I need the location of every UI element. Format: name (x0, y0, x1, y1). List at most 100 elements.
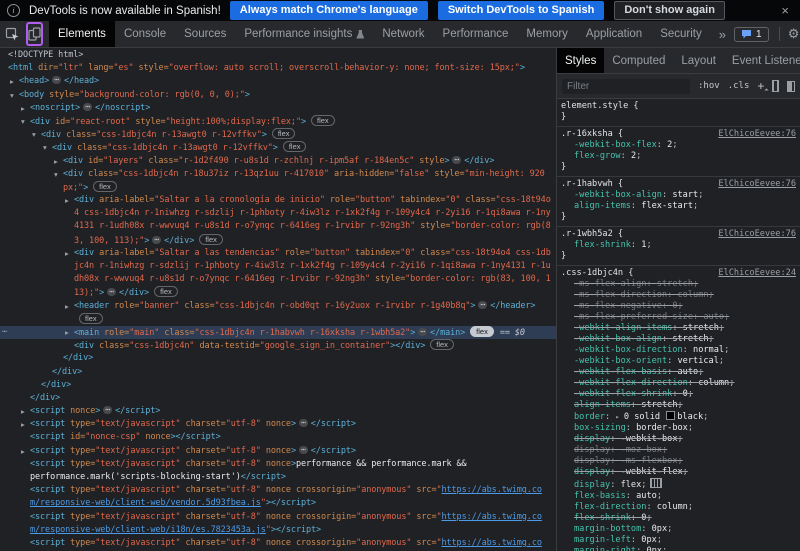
dom-tree-row[interactable]: ▸<header role="banner" class="css-1dbjc4… (0, 300, 556, 313)
inline-expand-button[interactable]: ⋯ (299, 419, 308, 427)
toggle-element-classes-button[interactable]: .cls (728, 81, 750, 91)
css-property[interactable]: -webkit-box-direction: normal; (561, 345, 800, 356)
dom-tree-row[interactable]: ▸<script nonce>⋯</script> (0, 405, 556, 418)
dom-tree-row[interactable]: ▸<head>⋯</head> (0, 75, 556, 88)
new-style-rule-button[interactable]: + (757, 80, 764, 92)
collapse-arrow-icon[interactable]: ▾ (43, 141, 47, 154)
dom-tree-row[interactable]: 4 css-1dbjc4n r-1niwhzg r-sdzlij r-1phbo… (0, 207, 556, 220)
sidebar-tab-layout[interactable]: Layout (673, 48, 724, 73)
expand-arrow-icon[interactable]: ▸ (615, 413, 623, 421)
tab-network[interactable]: Network (373, 21, 433, 47)
css-property[interactable]: margin-right: 0px; (561, 546, 800, 551)
dom-tree-row[interactable]: 3, 100, 113);">⋯</div>flex (0, 234, 556, 247)
expand-arrow-icon[interactable]: ▸ (10, 75, 14, 88)
expand-arrow-icon[interactable]: ▸ (65, 326, 69, 339)
dom-tree-row[interactable]: px;">flex (0, 181, 556, 194)
stylesheet-link[interactable]: ElChicoEevee:76 (718, 129, 796, 140)
collapse-arrow-icon[interactable]: ▾ (32, 128, 36, 141)
stylesheet-link[interactable]: ElChicoEevee:24 (718, 268, 796, 279)
dom-tree-row[interactable]: ▸<div id="layers" class="r-1d2f490 r-u8s… (0, 155, 556, 168)
dom-tree-row[interactable]: ▾<div class="css-1dbjc4n r-18u37iz r-13q… (0, 168, 556, 181)
dom-tree-row[interactable]: <script type="text/javascript" charset="… (0, 484, 556, 497)
toggle-pseudo-states-button[interactable]: :hov (698, 81, 720, 91)
dom-tree-row[interactable]: jc4n r-1niwhzg r-sdzlij r-1phboty r-4iw3… (0, 260, 556, 273)
tab-elements[interactable]: Elements (49, 21, 115, 47)
stylesheet-link[interactable]: ElChicoEevee:76 (718, 229, 796, 240)
collapse-arrow-icon[interactable]: ▾ (10, 89, 14, 102)
css-property[interactable]: -webkit-box-orient: vertical; (561, 356, 800, 367)
rendering-overlays-icon[interactable] (772, 80, 779, 92)
css-property[interactable]: -webkit-flex-basis: auto; (561, 367, 800, 378)
dom-tree-row[interactable]: m/responsive-web/client-web/vendor.5d93f… (0, 497, 556, 510)
flex-badge[interactable]: flex (154, 286, 178, 297)
inline-expand-button[interactable]: ⋯ (52, 76, 61, 84)
inline-expand-button[interactable]: ⋯ (103, 406, 112, 414)
expand-arrow-icon[interactable]: ▸ (21, 102, 25, 115)
dom-tree-row[interactable]: <script type="text/javascript" charset="… (0, 511, 556, 524)
tab-security[interactable]: Security (651, 21, 711, 47)
css-property[interactable]: align-items: flex-start; (561, 201, 800, 212)
don-t-show-again-button[interactable]: Don't show again (614, 1, 725, 20)
dom-tree-row[interactable]: dh08x r-wwvuq4 r-u8s1d r-o7ynqc r-6416eg… (0, 273, 556, 286)
css-property[interactable]: -webkit-box-align: stretch; (561, 334, 800, 345)
flex-badge[interactable]: flex (272, 128, 296, 139)
flex-badge[interactable]: flex (470, 326, 494, 337)
css-property[interactable]: display: -ms-flexbox; (561, 456, 800, 467)
dom-tree-row[interactable]: ▾<div class="css-1dbjc4n r-13awgt0 r-12v… (0, 141, 556, 154)
switch-devtools-to-spanish-button[interactable]: Switch DevTools to Spanish (438, 1, 604, 20)
dom-tree-row[interactable]: </div> (0, 392, 556, 405)
sidebar-tab-styles[interactable]: Styles (557, 48, 604, 73)
collapse-arrow-icon[interactable]: ▾ (54, 168, 58, 181)
css-selector[interactable]: .r-1wbh5a2 { (561, 229, 623, 240)
dom-tree-row[interactable]: <script type="text/javascript" charset="… (0, 458, 556, 471)
dom-tree-row[interactable]: ▾<div id="react-root" style="height:100%… (0, 115, 556, 128)
css-property[interactable]: flex-direction: column; (561, 502, 800, 513)
dom-tree-row[interactable]: <html dir="ltr" lang="es" style="overflo… (0, 62, 556, 75)
dom-tree-row[interactable]: <script type="text/javascript" charset="… (0, 537, 556, 550)
color-swatch[interactable] (666, 411, 675, 420)
css-property[interactable]: display: -webkit-flex; (561, 467, 800, 478)
styles-filter-input[interactable] (562, 79, 690, 94)
tab-performance-insights[interactable]: Performance insights (235, 21, 373, 47)
inline-expand-button[interactable]: ⋯ (299, 446, 308, 454)
dom-tree-row[interactable]: </div> (0, 352, 556, 365)
css-selector[interactable]: .r-16xksha { (561, 129, 623, 140)
dom-tree-row[interactable]: m/responsive-web/client-web/i18n/es.7823… (0, 524, 556, 537)
computed-sidebar-toggle-icon[interactable] (787, 81, 795, 92)
dom-tree-row[interactable]: <div class="css-1dbjc4n" data-testid="go… (0, 339, 556, 352)
dom-tree-row[interactable]: performance.mark('scripts-blocking-start… (0, 471, 556, 484)
css-selector[interactable]: .r-1habvwh { (561, 179, 623, 190)
css-property[interactable]: -webkit-align-items: stretch; (561, 323, 800, 334)
row-overflow-dots[interactable]: ⋯ (2, 326, 8, 339)
css-property[interactable]: margin-bottom: 0px; (561, 524, 800, 535)
dom-tree-row[interactable]: ▸<script type="text/javascript" charset=… (0, 418, 556, 431)
inline-expand-button[interactable]: ⋯ (418, 328, 427, 336)
css-property[interactable]: -webkit-flex-shrink: 0; (561, 389, 800, 400)
expand-arrow-icon[interactable]: ▸ (21, 445, 25, 458)
tab-sources[interactable]: Sources (175, 21, 235, 47)
dom-tree-row[interactable]: ▸<script type="text/javascript" charset=… (0, 445, 556, 458)
inspect-element-button[interactable] (0, 21, 24, 47)
css-property[interactable]: margin-left: 0px; (561, 535, 800, 546)
expand-arrow-icon[interactable]: ▸ (65, 300, 69, 313)
expand-arrow-icon[interactable]: ▸ (21, 418, 25, 431)
dom-tree-row[interactable]: ▸<div aria-label="Saltar a las tendencia… (0, 247, 556, 260)
feedback-button[interactable]: 1 (734, 27, 769, 42)
css-property[interactable]: -ms-flex-align: stretch; (561, 279, 800, 290)
css-property[interactable]: flex-shrink: 1; (561, 240, 800, 251)
always-match-chrome-s-language-button[interactable]: Always match Chrome's language (230, 1, 428, 20)
css-selector[interactable]: .css-1dbjc4n { (561, 268, 633, 279)
css-property[interactable]: -webkit-box-align: start; (561, 190, 800, 201)
tab-application[interactable]: Application (577, 21, 651, 47)
expand-arrow-icon[interactable]: ▸ (21, 405, 25, 418)
dom-tree-row[interactable]: flex (0, 313, 556, 326)
css-property[interactable]: -webkit-flex-direction: column; (561, 378, 800, 389)
css-property[interactable]: -ms-flex-preferred-size: auto; (561, 312, 800, 323)
dom-tree-row[interactable]: <script id="nonce-csp" nonce></script> (0, 431, 556, 444)
dom-tree-row[interactable]: 13);">⋯</div>flex (0, 286, 556, 299)
inline-expand-button[interactable]: ⋯ (452, 156, 461, 164)
css-property[interactable]: display: -webkit-box; (561, 434, 800, 445)
expand-arrow-icon[interactable]: ▸ (54, 155, 58, 168)
css-property[interactable]: -webkit-box-flex: 2; (561, 140, 800, 151)
dom-tree-row[interactable]: <!DOCTYPE html> (0, 49, 556, 62)
